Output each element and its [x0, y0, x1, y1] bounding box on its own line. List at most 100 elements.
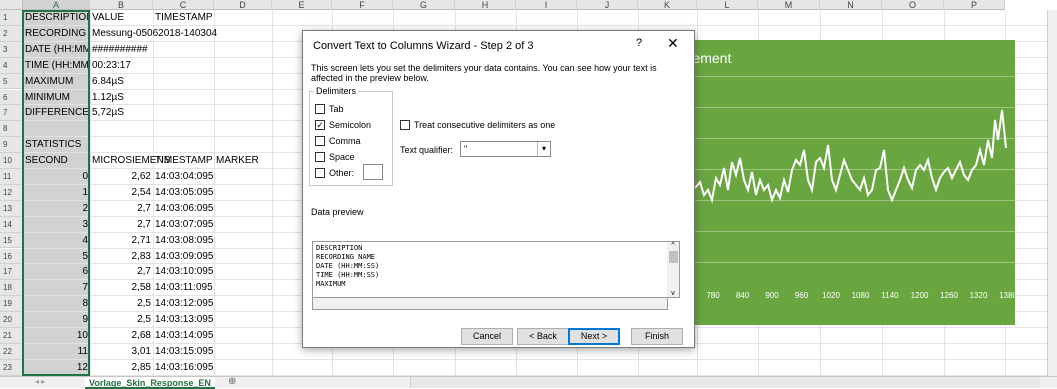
cell-d[interactable] [214, 121, 272, 137]
column-header-m[interactable]: M [758, 0, 820, 10]
row-header[interactable]: 6 [0, 89, 23, 106]
select-all-corner[interactable] [0, 0, 23, 10]
row-header[interactable]: 1 [0, 10, 23, 26]
column-header-g[interactable]: G [393, 0, 455, 10]
space-checkbox[interactable] [315, 152, 325, 162]
row-header[interactable]: 11 [0, 169, 23, 185]
cell-d[interactable] [214, 137, 272, 153]
tab-checkbox[interactable] [315, 104, 325, 114]
cell-a[interactable]: 5 [23, 249, 90, 265]
column-header-p[interactable]: P [944, 0, 1005, 10]
row-header[interactable]: 19 [0, 296, 23, 313]
row-header[interactable]: 16 [0, 248, 23, 265]
other-checkbox-label[interactable]: Other: [329, 168, 354, 178]
chevron-down-icon[interactable]: ▾ [537, 142, 550, 156]
cell-a[interactable]: 1 [23, 185, 90, 201]
cell-d[interactable] [214, 42, 272, 58]
cell-a[interactable]: SECOND [23, 153, 90, 169]
cell-d[interactable] [214, 10, 272, 26]
cell-d[interactable] [214, 185, 272, 201]
cell-a[interactable]: 4 [23, 233, 90, 249]
cell-c[interactable]: 14:03:16:095 [153, 360, 214, 376]
vertical-scrollbar[interactable] [1047, 10, 1057, 376]
sheet-tab[interactable]: Vorlage_Skin_Response_EN [85, 377, 215, 389]
cell-d[interactable] [214, 233, 272, 249]
cell-b[interactable]: 2,68 [90, 328, 153, 344]
cell-a[interactable]: 6 [23, 264, 90, 280]
cell-c[interactable]: 14:03:15:095 [153, 344, 214, 360]
cell-a[interactable]: 2 [23, 201, 90, 217]
cell-d[interactable] [214, 90, 272, 106]
cell-a[interactable]: DESCRIPTION [23, 10, 90, 26]
cell-d[interactable] [214, 344, 272, 360]
cell-b[interactable]: 2,7 [90, 264, 153, 280]
cell-c[interactable] [153, 137, 214, 153]
cell-d[interactable] [214, 249, 272, 265]
cell-a[interactable]: MAXIMUM [23, 74, 90, 90]
column-header-d[interactable]: D [214, 0, 272, 10]
cell-d[interactable] [214, 217, 272, 233]
cell-a[interactable]: 8 [23, 296, 90, 312]
scroll-up-icon[interactable]: ^ [667, 242, 679, 249]
cell-c[interactable] [153, 121, 214, 137]
column-header-l[interactable]: L [697, 0, 758, 10]
scroll-thumb[interactable] [668, 251, 678, 263]
cell-d[interactable] [214, 312, 272, 328]
cell-a[interactable] [23, 121, 90, 137]
cell-a[interactable]: TIME (HH:MM:SS) [23, 58, 90, 74]
row-header[interactable]: 5 [0, 73, 23, 90]
cell-b[interactable]: 2,7 [90, 201, 153, 217]
consecutive-delimiters-checkbox[interactable] [400, 120, 410, 130]
cell-d[interactable] [214, 74, 272, 90]
preview-vertical-scrollbar[interactable]: ^ v [667, 241, 680, 298]
cell-a[interactable]: 12 [23, 360, 90, 376]
row-header[interactable]: 21 [0, 328, 23, 344]
cell-b[interactable]: 2,5 [90, 312, 153, 328]
semicolon-checkbox[interactable]: ✓ [315, 120, 325, 130]
row-header[interactable]: 15 [0, 232, 23, 249]
tab-checkbox-label[interactable]: Tab [329, 104, 344, 114]
row-header[interactable]: 7 [0, 105, 23, 122]
cell-a[interactable]: 7 [23, 280, 90, 296]
cell-b[interactable]: 2,54 [90, 185, 153, 201]
cell-a[interactable]: 9 [23, 312, 90, 328]
cell-a[interactable]: STATISTICS [23, 137, 90, 153]
cell-c[interactable]: 14:03:05:095 [153, 185, 214, 201]
row-header[interactable]: 22 [0, 343, 23, 360]
row-header[interactable]: 10 [0, 153, 23, 169]
cell-c[interactable]: TIMESTAMP [153, 153, 214, 169]
cell-c[interactable]: TIMESTAMP [153, 10, 214, 26]
cell-c[interactable]: 14:03:09:095 [153, 249, 214, 265]
cell-a[interactable]: 0 [23, 169, 90, 185]
row-header[interactable]: 14 [0, 216, 23, 233]
column-header-n[interactable]: N [820, 0, 882, 10]
embedded-chart[interactable]: urement 780 840 900 960 1020 1080 1140 1200 1260… [680, 40, 1017, 325]
column-header-f[interactable]: F [332, 0, 393, 10]
row-header[interactable]: 4 [0, 57, 23, 74]
column-header-h[interactable]: H [455, 0, 516, 10]
cell-b[interactable]: 2,58 [90, 280, 153, 296]
row-header[interactable]: 9 [0, 137, 23, 154]
scroll-down-icon[interactable]: v [667, 290, 679, 297]
cell-a[interactable]: 3 [23, 217, 90, 233]
cell-d[interactable] [214, 201, 272, 217]
column-header-k[interactable]: K [638, 0, 697, 10]
cell-d[interactable] [214, 169, 272, 185]
cell-c[interactable] [153, 90, 214, 106]
cell-d[interactable] [214, 328, 272, 344]
preview-horizontal-scrollbar[interactable] [312, 298, 668, 310]
cell-a[interactable]: 11 [23, 344, 90, 360]
cell-a[interactable]: DIFFERENCE [23, 105, 90, 121]
finish-button[interactable]: Finish [631, 328, 683, 345]
cell-d[interactable] [214, 280, 272, 296]
close-icon[interactable]: ✕ [667, 35, 679, 52]
cell-c[interactable]: 14:03:06:095 [153, 201, 214, 217]
row-header[interactable]: 13 [0, 200, 23, 217]
cell-a[interactable]: RECORDING [23, 26, 90, 42]
column-header-e[interactable]: E [272, 0, 332, 10]
column-header-i[interactable]: I [516, 0, 577, 10]
cell-c[interactable]: 14:03:12:095 [153, 296, 214, 312]
row-header[interactable]: 2 [0, 25, 23, 42]
cell-d[interactable] [214, 105, 272, 121]
back-button[interactable]: < Back [517, 328, 569, 345]
